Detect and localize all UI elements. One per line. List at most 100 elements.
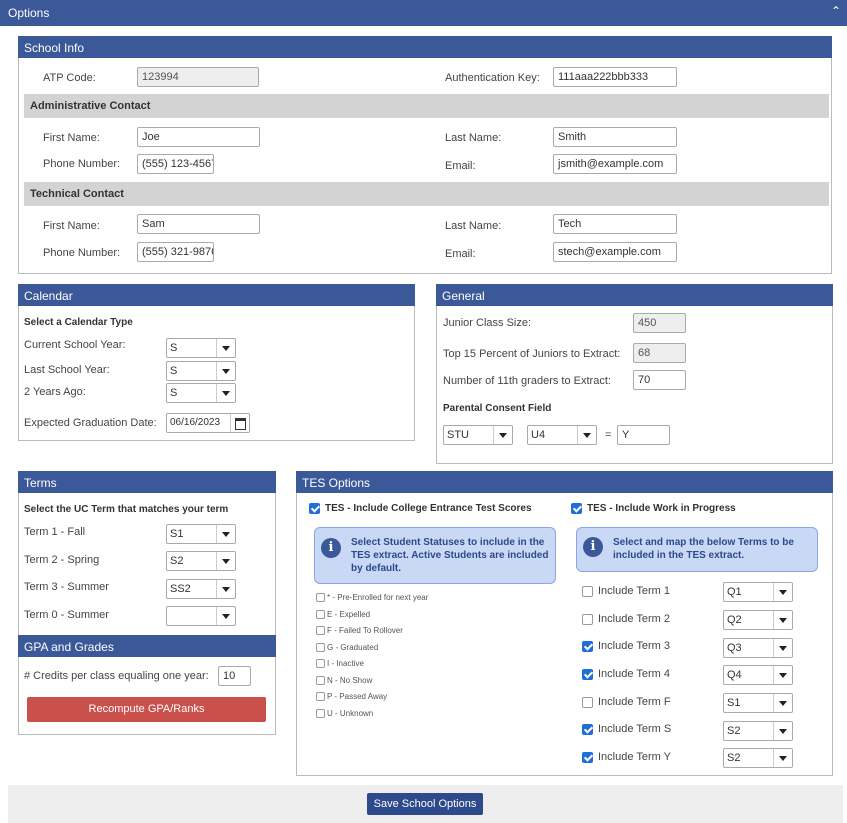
include-term-checkbox[interactable]: [582, 724, 593, 735]
tech-phone-field[interactable]: (555) 321-9876: [137, 242, 214, 262]
chevron-down-icon: [773, 666, 792, 684]
status-checkbox[interactable]: [316, 643, 325, 652]
recompute-gpa-button[interactable]: Recompute GPA/Ranks: [27, 697, 266, 722]
chevron-down-icon: [577, 426, 596, 444]
consent-label: Parental Consent Field: [443, 403, 552, 414]
terms-instruction: Select the UC Term that matches your ter…: [24, 504, 229, 515]
chevron-down-icon: [216, 552, 235, 570]
atp-code-field[interactable]: 123994: [137, 67, 259, 87]
junior-size-label: Junior Class Size:: [443, 317, 532, 329]
current-year-select[interactable]: S: [166, 338, 236, 358]
calendar-header: Calendar: [18, 284, 415, 306]
admin-first-name-field[interactable]: Joe: [137, 127, 260, 147]
top15-field[interactable]: 68: [633, 343, 686, 363]
last-year-label: Last School Year:: [24, 364, 110, 376]
consent-table-select[interactable]: STU: [443, 425, 513, 445]
include-term-checkbox[interactable]: [582, 752, 593, 763]
include-term-checkbox[interactable]: [582, 669, 593, 680]
admin-last-name-field[interactable]: Smith: [553, 127, 677, 147]
include-term-select[interactable]: Q2: [723, 610, 793, 630]
auth-key-field[interactable]: 111aaa222bbb333: [553, 67, 677, 87]
eleventh-field[interactable]: 70: [633, 370, 686, 390]
chevron-down-icon: [216, 607, 235, 625]
last-year-select[interactable]: S: [166, 361, 236, 381]
general-panel: General Junior Class Size: 450 Top 15 Pe…: [436, 284, 833, 464]
info-icon: i: [321, 538, 341, 558]
calendar-panel: Calendar Select a Calendar Type Current …: [18, 284, 415, 441]
term-select[interactable]: S2: [166, 551, 236, 571]
terms-info-text: Select and map the below Terms to be inc…: [613, 537, 794, 561]
junior-size-field[interactable]: 450: [633, 313, 686, 333]
credits-field[interactable]: 10: [218, 666, 251, 686]
status-label: I - Inactive: [327, 659, 364, 668]
equals-sign: =: [605, 429, 612, 441]
status-label: G - Graduated: [327, 643, 379, 652]
status-checkbox[interactable]: [316, 709, 325, 718]
tech-first-name-field[interactable]: Sam: [137, 214, 260, 234]
include-term-select[interactable]: S2: [723, 721, 793, 741]
chevron-down-icon: [493, 426, 512, 444]
chevron-down-icon: [216, 580, 235, 598]
status-label: N - No Show: [327, 676, 373, 685]
term-select[interactable]: S1: [166, 524, 236, 544]
tech-first-name-label: First Name:: [43, 220, 100, 232]
status-checkbox[interactable]: [316, 676, 325, 685]
include-term-select[interactable]: S1: [723, 693, 793, 713]
chevron-up-icon[interactable]: ⌃: [831, 4, 841, 18]
include-term-checkbox[interactable]: [582, 697, 593, 708]
terms-header: Terms: [18, 471, 276, 493]
atp-code-label: ATP Code:: [43, 72, 96, 84]
gpa-header: GPA and Grades: [18, 635, 276, 657]
include-term-checkbox[interactable]: [582, 641, 593, 652]
college-entrance-label: TES - Include College Entrance Test Scor…: [325, 503, 532, 514]
tech-last-name-field[interactable]: Tech: [553, 214, 677, 234]
work-in-progress-checkbox[interactable]: [571, 503, 582, 514]
tes-options-header: TES Options: [296, 471, 833, 493]
options-header[interactable]: Options ⌃: [0, 0, 847, 26]
admin-phone-field[interactable]: (555) 123-4567: [137, 154, 214, 174]
include-term-label: Include Term S: [598, 723, 672, 735]
grad-date-field[interactable]: 06/16/2023: [166, 413, 250, 433]
admin-first-name-label: First Name:: [43, 132, 100, 144]
status-checkbox[interactable]: [316, 659, 325, 668]
two-years-ago-label: 2 Years Ago:: [24, 386, 86, 398]
include-term-select[interactable]: S2: [723, 748, 793, 768]
status-checkbox[interactable]: [316, 593, 325, 602]
consent-field-select[interactable]: U4: [527, 425, 597, 445]
college-entrance-checkbox[interactable]: [309, 503, 320, 514]
work-in-progress-label: TES - Include Work in Progress: [587, 503, 736, 514]
school-info-panel: School Info ATP Code: 123994 Authenticat…: [18, 36, 832, 274]
include-term-select[interactable]: Q4: [723, 665, 793, 685]
admin-last-name-label: Last Name:: [445, 132, 502, 144]
info-icon: i: [583, 537, 603, 557]
status-checkbox[interactable]: [316, 610, 325, 619]
include-term-label: Include Term 3: [598, 640, 670, 652]
term-label: Term 0 - Summer: [24, 609, 109, 621]
status-label: * - Pre-Enrolled for next year: [327, 593, 429, 602]
school-info-header: School Info: [18, 36, 832, 58]
two-years-ago-select[interactable]: S: [166, 383, 236, 403]
terms-info-box: i Select and map the below Terms to be i…: [576, 527, 818, 572]
include-term-select[interactable]: Q1: [723, 582, 793, 602]
include-term-select[interactable]: Q3: [723, 638, 793, 658]
include-term-label: Include Term 4: [598, 668, 670, 680]
save-school-options-button[interactable]: Save School Options: [367, 793, 483, 815]
status-info-text: Select Student Statuses to include in th…: [351, 537, 549, 574]
consent-value-field[interactable]: Y: [617, 425, 670, 445]
term-label: Term 2 - Spring: [24, 554, 100, 566]
tech-email-field[interactable]: stech@example.com: [553, 242, 677, 262]
term-select[interactable]: SS2: [166, 579, 236, 599]
tes-options-panel: TES Options TES - Include College Entran…: [296, 471, 833, 776]
status-checkbox[interactable]: [316, 626, 325, 635]
tech-phone-label: Phone Number:: [43, 247, 121, 259]
term-select[interactable]: [166, 606, 236, 626]
calendar-icon[interactable]: [230, 414, 249, 432]
auth-key-label: Authentication Key:: [445, 72, 540, 84]
include-term-checkbox[interactable]: [582, 586, 593, 597]
general-header: General: [436, 284, 833, 306]
tech-email-label: Email:: [445, 248, 476, 260]
status-checkbox[interactable]: [316, 692, 325, 701]
chevron-down-icon: [773, 611, 792, 629]
include-term-checkbox[interactable]: [582, 614, 593, 625]
admin-email-field[interactable]: jsmith@example.com: [553, 154, 677, 174]
